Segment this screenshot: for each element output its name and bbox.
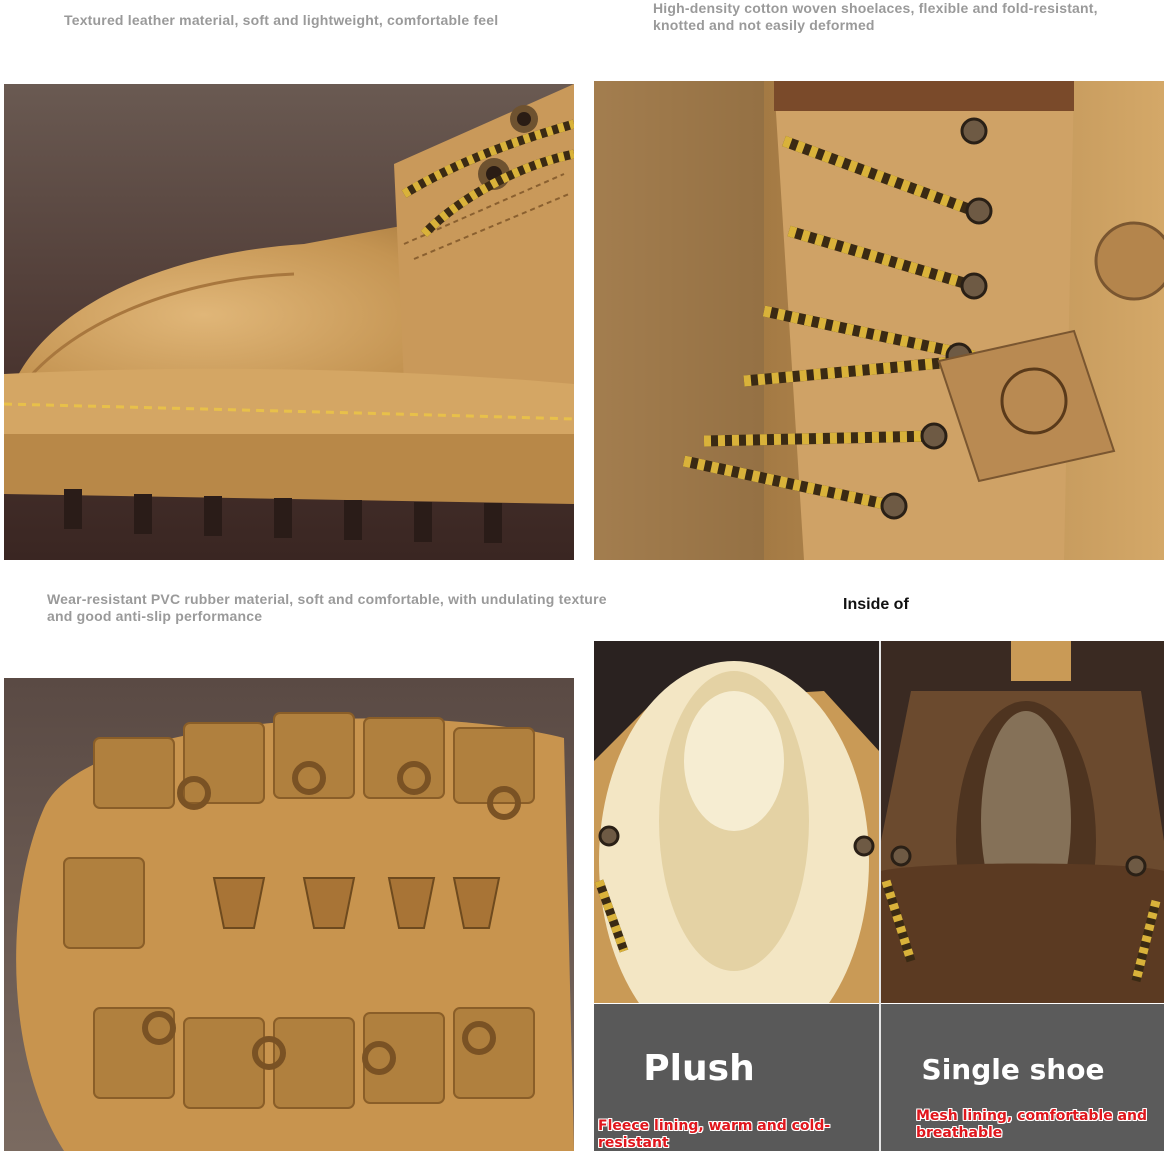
- panel-divider: [879, 641, 881, 1151]
- single-shoe-title: Single shoe: [921, 1053, 1105, 1086]
- photo-outsole: [4, 678, 574, 1151]
- caption-leather: Textured leather material, soft and ligh…: [64, 12, 499, 28]
- plush-title: Plush: [643, 1048, 755, 1089]
- photo-mesh-lining: [881, 641, 1164, 1003]
- single-shoe-subtitle: Mesh lining, comfortable and breathable: [916, 1108, 1148, 1141]
- photo-shoelaces: [594, 81, 1164, 560]
- caption-sole: Wear-resistant PVC rubber material, soft…: [47, 591, 607, 624]
- plush-subtitle: Fleece lining, warm and cold-resistant: [598, 1118, 831, 1151]
- caption-inside: Inside of: [843, 596, 909, 613]
- photo-plush-lining: [594, 641, 879, 1003]
- caption-shoelaces: High-density cotton woven shoelaces, fle…: [653, 0, 1098, 33]
- photo-leather-toe: [4, 84, 574, 560]
